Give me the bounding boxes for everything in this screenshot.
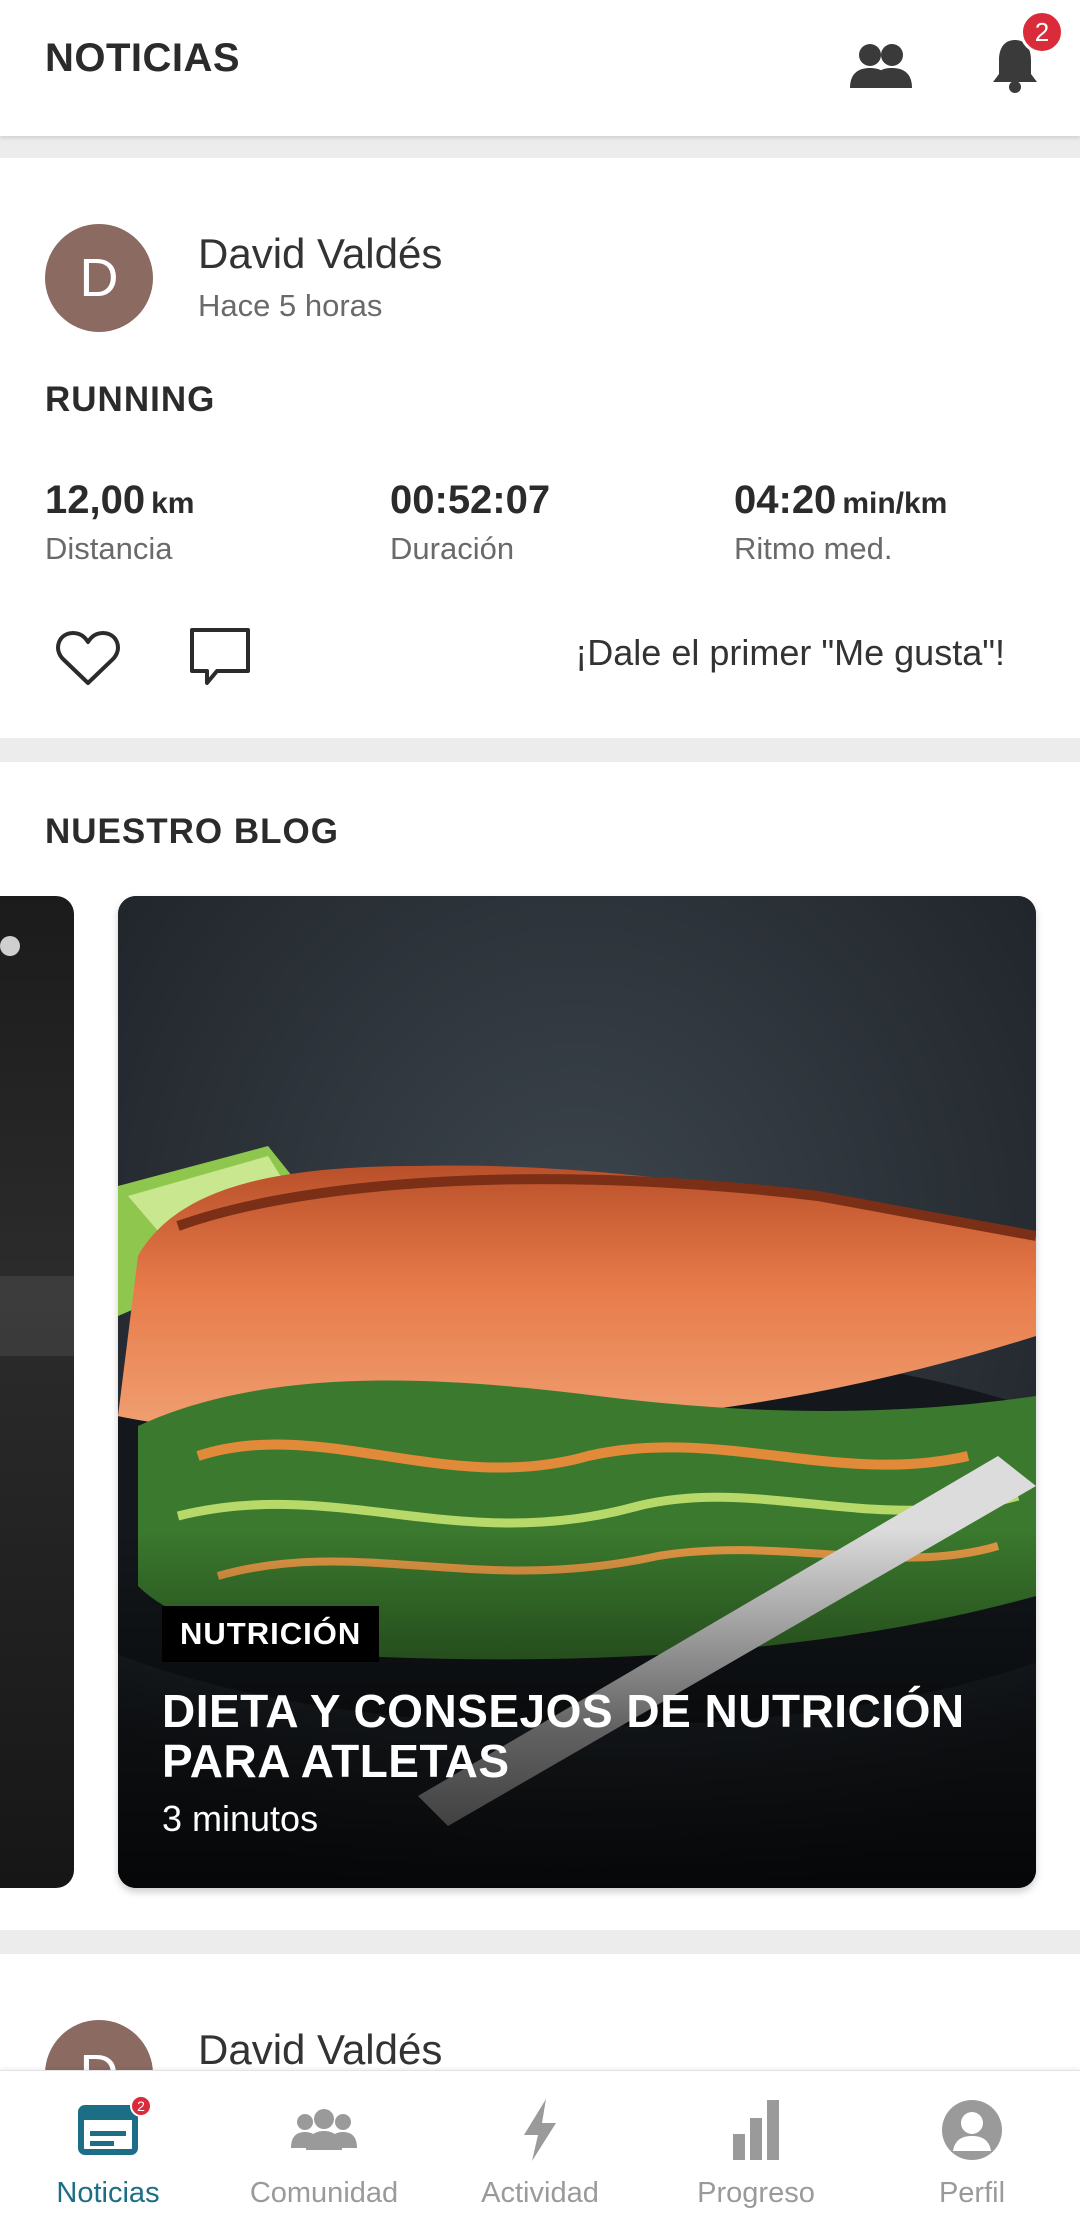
nav-label: Progreso — [697, 2177, 815, 2209]
image-detail — [0, 1276, 74, 1356]
author-name[interactable]: David Valdés — [198, 2026, 442, 2074]
post-time: Hace 5 horas — [198, 288, 383, 323]
article-title: DIETA Y CONSEJOS DE NUTRICIÓN PARA ATLET… — [162, 1685, 965, 1787]
stat-value: 04:20 — [734, 478, 837, 522]
author-name[interactable]: David Valdés — [198, 230, 442, 278]
stat-unit: min/km — [842, 487, 948, 520]
nav-label: Noticias — [56, 2177, 160, 2209]
image-detail — [0, 936, 20, 956]
nav-label: Comunidad — [249, 2177, 399, 2209]
stat-label: Distancia — [45, 531, 173, 566]
heart-icon[interactable] — [48, 618, 128, 698]
app-header: NOTICIAS 2 — [0, 0, 1080, 136]
activity-type: RUNNING — [45, 380, 216, 419]
nav-badge: 2 — [130, 2095, 152, 2117]
activity-post: D David Valdés Hace 5 horas RUNNING 12,0… — [0, 158, 1080, 738]
page-title: NOTICIAS — [45, 36, 241, 80]
nav-label: Perfil — [938, 2177, 1006, 2209]
stat-duration: 00:52:07 Duración — [390, 478, 556, 567]
nav-item-comunidad[interactable]: Comunidad — [216, 2071, 432, 2226]
notification-badge: 2 — [1020, 10, 1064, 54]
avatar[interactable]: D — [45, 224, 153, 332]
stat-pace: 04:20 min/km Ritmo med. — [734, 478, 947, 567]
stat-value: 12,00 — [45, 478, 146, 522]
stat-label: Ritmo med. — [734, 531, 893, 566]
nav-item-noticias[interactable]: 2 Noticias — [0, 2071, 216, 2226]
bar-chart-icon — [716, 2095, 796, 2165]
stat-distance: 12,00 km Distancia — [45, 478, 194, 567]
blog-section: NUESTRO BLOG NUTRICIÓN DIETA Y CONSEJOS … — [0, 762, 1080, 1930]
article-read-time: 3 minutos — [162, 1798, 319, 1839]
community-icon — [284, 2095, 364, 2165]
stat-value: 00:52:07 — [390, 478, 551, 522]
profile-icon — [932, 2095, 1012, 2165]
nav-item-perfil[interactable]: Perfil — [864, 2071, 1080, 2226]
bolt-icon — [500, 2095, 580, 2165]
blog-card-previous[interactable] — [0, 896, 74, 1888]
nav-label: Actividad — [481, 2177, 599, 2209]
nav-item-actividad[interactable]: Actividad — [432, 2071, 648, 2226]
first-like-prompt[interactable]: ¡Dale el primer "Me gusta"! — [575, 632, 1005, 674]
comment-icon[interactable] — [180, 618, 260, 698]
article-category: NUTRICIÓN — [162, 1606, 380, 1662]
nav-item-progreso[interactable]: Progreso — [648, 2071, 864, 2226]
stat-unit: km — [151, 487, 195, 520]
friends-icon[interactable] — [846, 30, 916, 100]
section-title: NUESTRO BLOG — [45, 812, 339, 851]
blog-card-article[interactable]: NUTRICIÓN DIETA Y CONSEJOS DE NUTRICIÓN … — [118, 896, 1036, 1888]
stat-label: Duración — [390, 531, 515, 566]
bottom-navigation: 2 Noticias Comunidad Actividad Progreso … — [0, 2070, 1080, 2226]
